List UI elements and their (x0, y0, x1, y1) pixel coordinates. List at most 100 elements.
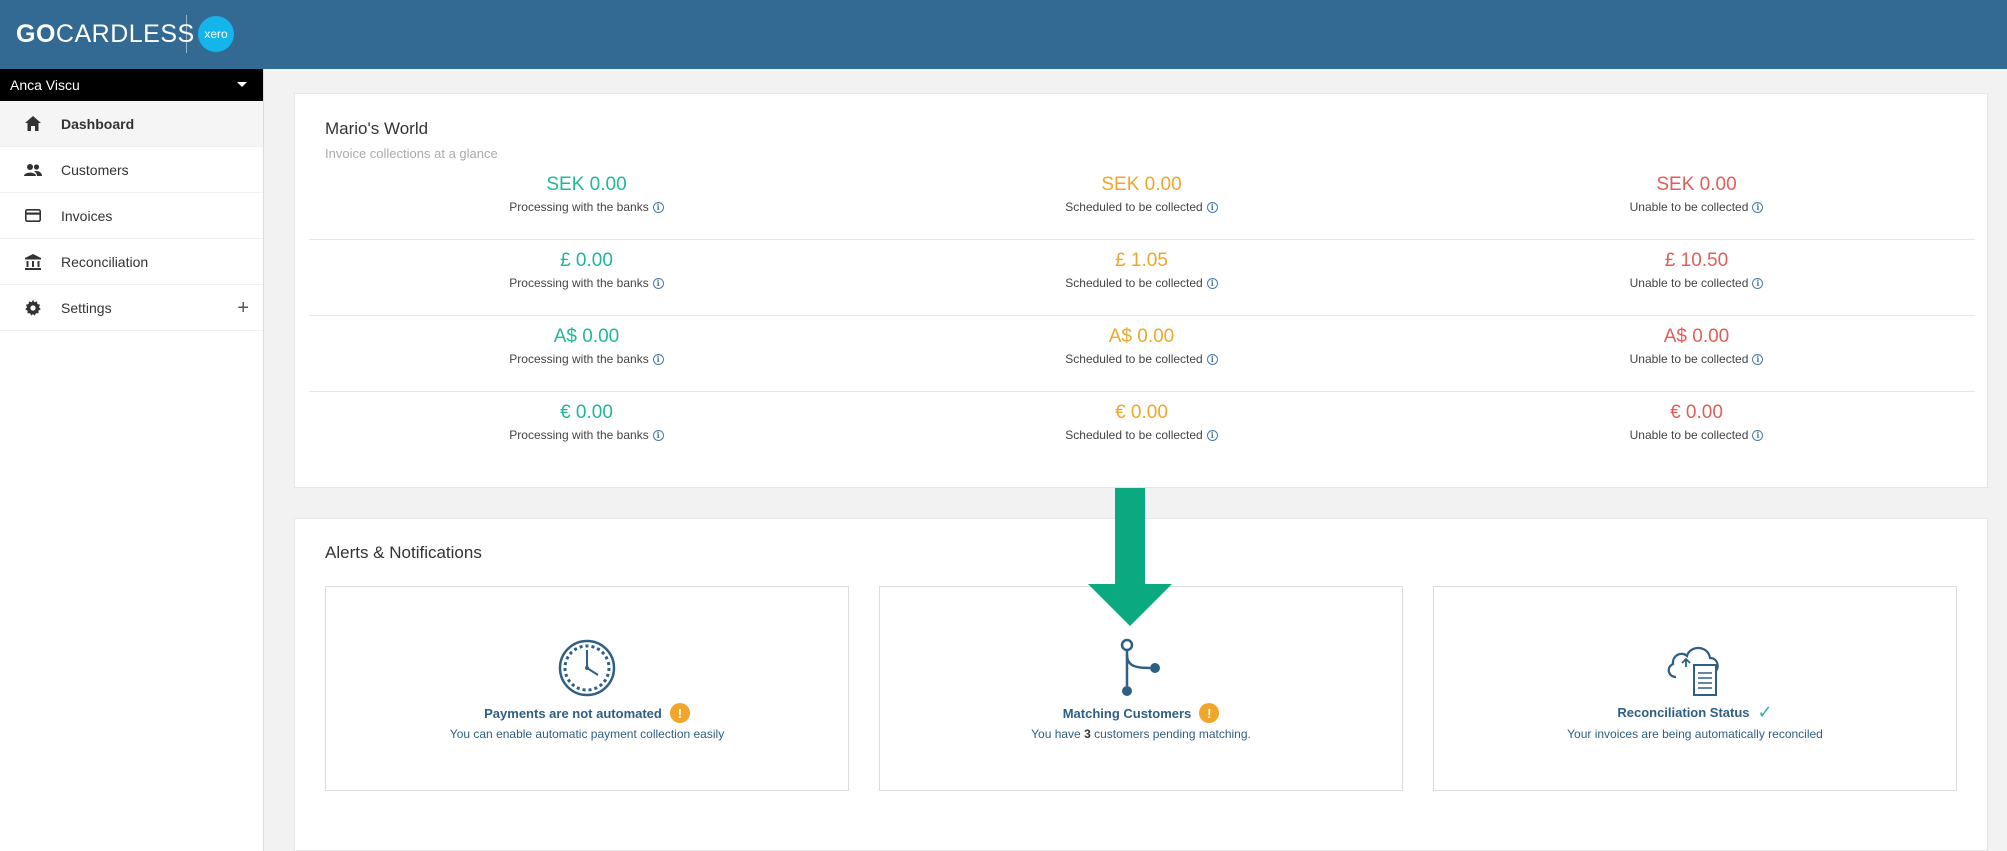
scheduled-label: Scheduled to be collected (1065, 276, 1203, 290)
logo-rest: CARDLESS (55, 20, 195, 48)
info-icon[interactable]: i (1206, 353, 1218, 365)
alert-description: You can enable automatic payment collect… (449, 727, 725, 741)
clock-icon (558, 639, 616, 697)
unable-amount: A$ 0.00 (1663, 326, 1730, 347)
logo-divider (186, 15, 187, 53)
scheduled-label: Scheduled to be collected (1065, 352, 1203, 366)
logo-go: GO (16, 20, 56, 48)
processing-amount: £ 0.00 (560, 250, 613, 271)
unable-cell: £ 10.50 Unable to be collected i (1419, 240, 1974, 292)
down-arrow-annotation (1088, 488, 1172, 626)
processing-cell: £ 0.00 Processing with the banks i (309, 240, 864, 292)
bank-icon (24, 253, 42, 271)
processing-label: Processing with the banks (509, 276, 649, 290)
check-icon: ✓ (1757, 702, 1773, 722)
currency-row-eur: € 0.00 Processing with the banks i € 0.00… (309, 392, 1975, 468)
unable-label: Unable to be collected (1629, 276, 1749, 290)
alert-payments-not-automated[interactable]: Payments are not automated ! You can ena… (325, 586, 849, 791)
processing-cell: A$ 0.00 Processing with the banks i (309, 316, 864, 368)
summary-subtitle: Invoice collections at a glance (325, 146, 498, 161)
alert-description: You have 3 customers pending matching. (880, 727, 1402, 741)
scheduled-cell: SEK 0.00 Scheduled to be collected i (864, 164, 1419, 216)
account-switcher[interactable]: Anca Viscu (0, 69, 263, 101)
info-icon[interactable]: i (1206, 277, 1218, 289)
scheduled-amount: £ 1.05 (1115, 250, 1168, 271)
scheduled-label: Scheduled to be collected (1065, 428, 1203, 442)
currency-row-sek: SEK 0.00 Processing with the banks i SEK … (309, 164, 1975, 240)
sidebar-item-reconciliation[interactable]: Reconciliation (0, 239, 263, 285)
info-icon[interactable]: i (1206, 429, 1218, 441)
sidebar-item-customers[interactable]: Customers (0, 147, 263, 193)
scheduled-amount: A$ 0.00 (1108, 326, 1175, 347)
processing-amount: € 0.00 (560, 402, 613, 423)
alert-title: Payments are not automated (484, 705, 662, 721)
organization-title: Mario's World (325, 119, 429, 138)
sidebar: Anca Viscu Dashboard Customers Invoices … (0, 69, 264, 851)
sidebar-item-settings[interactable]: Settings + (0, 285, 263, 331)
collections-summary-card: Mario's World Invoice collections at a g… (294, 93, 1988, 488)
unable-amount: € 0.00 (1670, 402, 1723, 423)
description-prefix: You have (1031, 727, 1085, 741)
scheduled-cell: A$ 0.00 Scheduled to be collected i (864, 316, 1419, 368)
info-icon[interactable]: i (652, 353, 664, 365)
processing-cell: € 0.00 Processing with the banks i (309, 392, 864, 444)
account-name: Anca Viscu (10, 77, 80, 93)
unable-label: Unable to be collected (1629, 352, 1749, 366)
currency-row-aud: A$ 0.00 Processing with the banks i A$ 0.… (309, 316, 1975, 392)
info-icon[interactable]: i (652, 277, 664, 289)
home-icon (24, 115, 42, 133)
sidebar-item-invoices[interactable]: Invoices (0, 193, 263, 239)
gocardless-logo[interactable]: GOCARDLESS xero (16, 15, 234, 53)
top-header: GOCARDLESS xero (0, 0, 2007, 69)
processing-label: Processing with the banks (509, 200, 649, 214)
alert-title: Matching Customers (1062, 705, 1192, 721)
processing-label: Processing with the banks (509, 428, 649, 442)
gear-icon (24, 299, 42, 317)
unable-cell: SEK 0.00 Unable to be collected i (1419, 164, 1974, 216)
scheduled-cell: € 0.00 Scheduled to be collected i (864, 392, 1419, 444)
info-icon[interactable]: i (652, 201, 664, 213)
description-suffix: customers pending matching. (1090, 727, 1251, 741)
sidebar-item-label: Reconciliation (61, 253, 149, 270)
alert-description: Your invoices are being automatically re… (1567, 727, 1823, 741)
people-icon (24, 161, 42, 179)
alert-reconciliation-status[interactable]: Reconciliation Status ✓ Your invoices ar… (1433, 586, 1957, 791)
unable-cell: A$ 0.00 Unable to be collected i (1419, 316, 1974, 368)
info-icon[interactable]: i (652, 429, 664, 441)
card-icon (24, 207, 42, 225)
scheduled-cell: £ 1.05 Scheduled to be collected i (864, 240, 1419, 292)
processing-cell: SEK 0.00 Processing with the banks i (309, 164, 864, 216)
unable-label: Unable to be collected (1629, 200, 1749, 214)
scheduled-label: Scheduled to be collected (1065, 200, 1203, 214)
sidebar-item-label: Invoices (61, 207, 113, 224)
branch-icon (1120, 638, 1160, 696)
caret-down-icon (237, 82, 247, 87)
expand-plus-icon[interactable]: + (237, 298, 249, 318)
processing-amount: SEK 0.00 (546, 174, 627, 195)
alert-title: Reconciliation Status (1617, 704, 1750, 720)
unable-amount: £ 10.50 (1664, 250, 1729, 271)
unable-label: Unable to be collected (1629, 428, 1749, 442)
info-icon[interactable]: i (1752, 429, 1764, 441)
processing-label: Processing with the banks (509, 352, 649, 366)
scheduled-amount: € 0.00 (1115, 402, 1168, 423)
unable-cell: € 0.00 Unable to be collected i (1419, 392, 1974, 444)
info-icon[interactable]: i (1206, 201, 1218, 213)
unable-amount: SEK 0.00 (1656, 174, 1737, 195)
cloud-document-icon (1667, 646, 1719, 696)
sidebar-item-dashboard[interactable]: Dashboard (0, 101, 263, 147)
info-icon[interactable]: i (1752, 277, 1764, 289)
sidebar-item-label: Customers (61, 161, 129, 178)
warning-icon: ! (1199, 703, 1220, 723)
info-icon[interactable]: i (1752, 353, 1764, 365)
scheduled-amount: SEK 0.00 (1101, 174, 1182, 195)
pending-count: 3 (1084, 727, 1091, 741)
warning-icon: ! (669, 703, 690, 723)
xero-logo: xero (198, 16, 234, 52)
processing-amount: A$ 0.00 (553, 326, 620, 347)
info-icon[interactable]: i (1752, 201, 1764, 213)
sidebar-item-label: Settings (61, 299, 112, 316)
sidebar-item-label: Dashboard (61, 115, 135, 132)
currency-row-gbp: £ 0.00 Processing with the banks i £ 1.05… (309, 240, 1975, 316)
alerts-title: Alerts & Notifications (325, 543, 482, 562)
